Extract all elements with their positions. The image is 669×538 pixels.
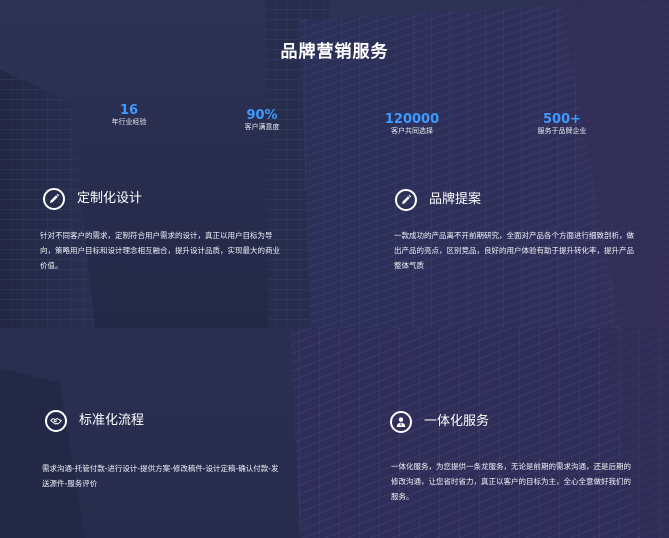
stat-years-experience: 16 年行业经验 — [69, 103, 189, 127]
feature-description: 一款成功的产品离不开前期研究，全面对产品各个方面进行细致剖析，做出产品的亮点，区… — [394, 231, 634, 270]
stat-label: 服务于品牌企业 — [537, 127, 587, 135]
stat-brands-served: 500+ 服务于品牌企业 — [502, 112, 622, 136]
user-icon — [390, 411, 412, 433]
feature-description: 需求沟通-托管付款-进行设计-提供方案-修改稿件-设计定稿-确认付款-发送源件-… — [42, 464, 279, 488]
stat-value: 16 — [119, 103, 139, 118]
stat-value: 120000 — [384, 112, 440, 127]
feature-description: 针对不同客户的需求，定制符合用户需求的设计，真正以用户目标为导向，策略用户目标和… — [40, 231, 280, 270]
handshake-icon — [45, 410, 67, 432]
stat-value: 90% — [246, 108, 278, 123]
feature-title: 定制化设计 — [77, 191, 143, 206]
stat-label: 客户满意度 — [244, 123, 280, 131]
feature-title: 一体化服务 — [424, 414, 490, 429]
feature-description: 一体化服务，为您提供一条龙服务，无论是前期的需求沟通，还是后期的修改沟通，让您省… — [391, 462, 631, 501]
stat-satisfaction: 90% 客户满意度 — [202, 108, 322, 132]
feature-title: 品牌提案 — [429, 192, 482, 207]
pencil-icon — [395, 189, 417, 211]
stat-value: 500+ — [542, 112, 582, 127]
building-background-bottom — [0, 328, 669, 538]
stat-label: 客户共同选择 — [391, 127, 433, 135]
feature-title: 标准化流程 — [79, 413, 145, 428]
brand-marketing-services-page: 品牌营销服务 16 年行业经验 90% 客户满意度 120000 客户共同选择 … — [0, 0, 669, 538]
pencil-icon — [43, 188, 65, 210]
stat-label: 年行业经验 — [111, 118, 147, 126]
bottom-background-panel — [0, 328, 669, 538]
page-title: 品牌营销服务 — [280, 42, 389, 62]
stat-clients: 120000 客户共同选择 — [352, 112, 472, 136]
